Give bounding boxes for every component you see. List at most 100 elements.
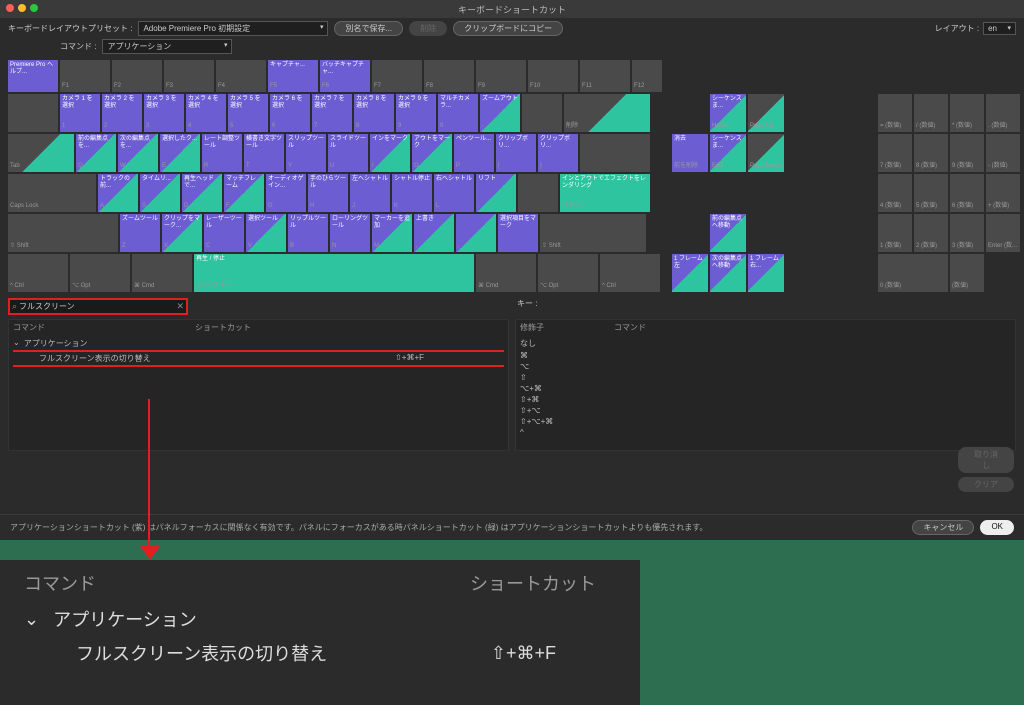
zoom-item-row[interactable]: フルスクリーン表示の切り替え ⇧+⌘+F (0, 636, 640, 670)
mod-row[interactable]: ⇧+⌥ (520, 405, 1011, 416)
key-s[interactable]: タイムリ...S (140, 174, 180, 212)
mod-row[interactable]: ⇧ (520, 372, 1011, 383)
key-num-div[interactable]: / (数値) (914, 94, 948, 132)
minimize-icon[interactable] (18, 4, 26, 12)
key-shift-l[interactable]: ⇧ Shift (8, 214, 118, 252)
key-f5[interactable]: キャプチャ...F5 (268, 60, 318, 92)
key-bracket-l[interactable]: クリップボリ...[ (496, 134, 536, 172)
key-q[interactable]: 前の編集点を...Q (76, 134, 116, 172)
mod-row[interactable]: なし (520, 337, 1011, 350)
key-2[interactable]: カメラ 2 を選択2 (102, 94, 142, 132)
key-y[interactable]: スリップツールY (286, 134, 326, 172)
key-num-period[interactable]: (数値) (950, 254, 984, 292)
key-t[interactable]: 横書き文字ツールT (244, 134, 284, 172)
key-backspace[interactable]: 削除 (564, 94, 650, 132)
key-9[interactable]: カメラ 9 を選択9 (396, 94, 436, 132)
key-end[interactable]: シーケンスま...End (710, 134, 746, 172)
key-cmd-r[interactable]: ⌘ Cmd (476, 254, 536, 292)
key-num-dot[interactable]: . (数値) (986, 94, 1020, 132)
key-pgdn[interactable]: Page Down (748, 134, 784, 172)
key-num-eq[interactable]: = (数値) (878, 94, 912, 132)
window-controls[interactable] (6, 4, 38, 12)
key-g[interactable]: オーディオゲイン...G (266, 174, 306, 212)
key-8[interactable]: カメラ 8 を選択8 (354, 94, 394, 132)
key-comma[interactable]: 上書き, (414, 214, 454, 252)
key-semicolon[interactable]: リフト; (476, 174, 516, 212)
mod-row[interactable]: ^ (520, 427, 1011, 438)
key-equals[interactable] (522, 94, 562, 132)
ok-button[interactable]: OK (980, 520, 1014, 535)
key-grave[interactable] (8, 94, 58, 132)
key-opt-l[interactable]: ⌥ Opt (70, 254, 130, 292)
key-up[interactable]: 前の編集点へ移動 (710, 214, 746, 252)
key-f2[interactable]: F2 (112, 60, 162, 92)
key-f3[interactable]: F3 (164, 60, 214, 92)
search-input-wrap[interactable]: ⌕ ✕ (8, 298, 188, 315)
mod-row[interactable]: ⇧+⌘ (520, 394, 1011, 405)
key-num-plus[interactable]: + (数値) (986, 174, 1020, 212)
key-tab[interactable]: Tab (8, 134, 74, 172)
key-cmd-l[interactable]: ⌘ Cmd (132, 254, 192, 292)
key-f6[interactable]: バッチキャプチャ...F6 (320, 60, 370, 92)
key-f12[interactable]: F12 (632, 60, 662, 92)
key-e[interactable]: 選択したク...E (160, 134, 200, 172)
key-home[interactable]: シーケンスま...Home (710, 94, 746, 132)
zoom-group-row[interactable]: ⌄ アプリケーション (0, 602, 640, 636)
key-7[interactable]: カメラ 7 を選択7 (312, 94, 352, 132)
key-1[interactable]: カメラ 1 を選択1 (60, 94, 100, 132)
key-p[interactable]: ペンツール...P (454, 134, 494, 172)
key-f[interactable]: マッチフレームF (224, 174, 264, 212)
key-num-2[interactable]: 2 (数値) (914, 214, 948, 252)
key-6[interactable]: カメラ 6 を選択6 (270, 94, 310, 132)
key-f11[interactable]: F11 (580, 60, 630, 92)
key-5[interactable]: カメラ 5 を選択5 (228, 94, 268, 132)
key-shift-r[interactable]: ⇧ Shift (540, 214, 646, 252)
key-num-5[interactable]: 5 (数値) (914, 174, 948, 212)
mod-row[interactable]: ⌥ (520, 361, 1011, 372)
key-num-9[interactable]: 9 (数値) (950, 134, 984, 172)
key-0[interactable]: マルチカメラ...0 (438, 94, 478, 132)
key-minus[interactable]: ズームアウト- (480, 94, 520, 132)
copy-clipboard-button[interactable]: クリップボードにコピー (453, 21, 563, 36)
search-input[interactable] (19, 302, 176, 311)
key-4[interactable]: カメラ 4 を選択4 (186, 94, 226, 132)
commands-select[interactable]: アプリケーション (102, 39, 232, 54)
key-f8[interactable]: F8 (424, 60, 474, 92)
key-f1[interactable]: F1 (60, 60, 110, 92)
key-num-7[interactable]: 7 (数値) (878, 134, 912, 172)
key-f10[interactable]: F10 (528, 60, 578, 92)
close-icon[interactable] (6, 4, 14, 12)
key-f4[interactable]: F4 (216, 60, 266, 92)
key-d[interactable]: 再生ヘッドで...D (182, 174, 222, 212)
key-left[interactable]: 1 フレーム左 (672, 254, 708, 292)
key-num-0[interactable]: 0 (数値) (878, 254, 948, 292)
key-f7[interactable]: F7 (372, 60, 422, 92)
key-slash[interactable]: 選択項目をマーク (498, 214, 538, 252)
key-u[interactable]: スライドツールU (328, 134, 368, 172)
key-num-4[interactable]: 4 (数値) (878, 174, 912, 212)
key-k[interactable]: シャトル停止K (392, 174, 432, 212)
clear-search-icon[interactable]: ✕ (176, 301, 184, 312)
key-num-1[interactable]: 1 (数値) (878, 214, 912, 252)
key-num-3[interactable]: 3 (数値) (950, 214, 984, 252)
key-f9[interactable]: F9 (476, 60, 526, 92)
key-z[interactable]: ズームツールZ (120, 214, 160, 252)
key-backslash[interactable] (580, 134, 650, 172)
key-a[interactable]: トラックの前...A (98, 174, 138, 212)
key-bracket-r[interactable]: クリップボリ...] (538, 134, 578, 172)
key-pgup[interactable]: Page Up (748, 94, 784, 132)
group-row[interactable]: ⌄ アプリケーション (13, 337, 504, 352)
key-w[interactable]: 次の編集点を...W (118, 134, 158, 172)
key-down[interactable]: 次の編集点へ移動 (710, 254, 746, 292)
key-ctrl-l[interactable]: ^ Ctrl (8, 254, 68, 292)
key-m[interactable]: マーカーを追加M (372, 214, 412, 252)
zoom-icon[interactable] (30, 4, 38, 12)
key-return[interactable]: インとアウトでエフェクトをレンダリングリターン (560, 174, 650, 212)
key-ctrl-r[interactable]: ^ Ctrl (600, 254, 660, 292)
key-j[interactable]: 左へシャトルJ (350, 174, 390, 212)
key-right[interactable]: 1 フレーム右... (748, 254, 784, 292)
key-b[interactable]: リップルツールB (288, 214, 328, 252)
key-num-enter[interactable]: Enter (数... (986, 214, 1020, 252)
key-h[interactable]: 手のひらツールH (308, 174, 348, 212)
key-opt-r[interactable]: ⌥ Opt (538, 254, 598, 292)
